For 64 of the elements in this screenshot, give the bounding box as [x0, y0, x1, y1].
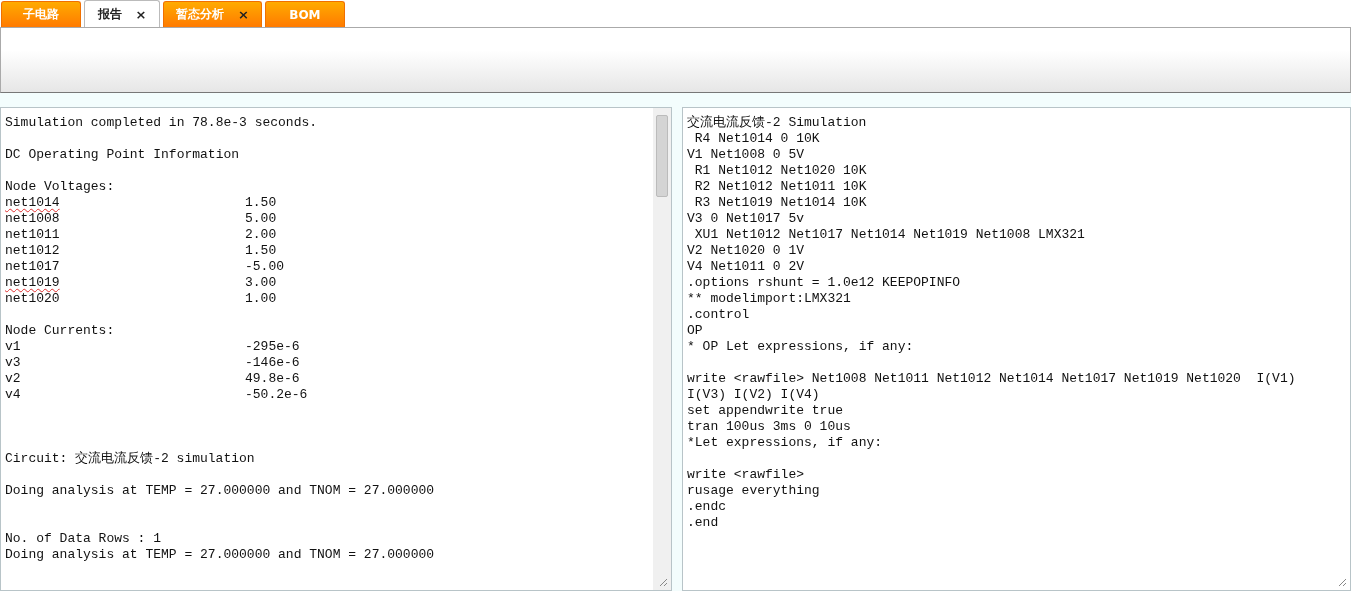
report-line: No. of Data Rows : 1 — [5, 531, 162, 546]
node-name: net1020 — [5, 291, 61, 307]
node-name: v1 — [5, 339, 22, 355]
netlist-line: R4 Net1014 0 10K — [693, 131, 820, 146]
netlist-line: rusage everything — [687, 483, 820, 498]
netlist-line: V1 Net1008 0 5V — [687, 147, 805, 162]
resize-grip-icon[interactable] — [658, 577, 668, 587]
node-value: 2.00 — [245, 227, 277, 243]
node-value: 1.50 — [245, 195, 277, 211]
netlist-line: R2 Net1012 Net1011 10K — [693, 179, 867, 194]
resize-grip-icon[interactable] — [1337, 577, 1347, 587]
netlist-line: ** modelimport:LMX321 — [687, 291, 851, 306]
report-line: Node Currents: — [5, 323, 115, 338]
node-value: -50.2e-6 — [245, 387, 308, 403]
scrollbar[interactable] — [653, 108, 671, 590]
node-value: -295e-6 — [245, 339, 300, 355]
close-icon[interactable]: × — [135, 6, 147, 22]
netlist-line: *Let expressions, if any: — [687, 435, 883, 450]
node-name: net1012 — [5, 243, 61, 259]
node-name: net1011 — [5, 227, 61, 243]
node-name: net1014 — [5, 195, 61, 211]
node-value: 1.50 — [245, 243, 277, 259]
netlist-text-area[interactable] — [682, 107, 1351, 591]
netlist-line: R3 Net1019 Net1014 10K — [693, 195, 867, 210]
report-line: Doing analysis at TEMP = 27.000000 and TNOM = 27.000000 — [5, 547, 435, 562]
report-line: Simulation completed in 78.8e-3 seconds. — [5, 115, 318, 130]
netlist-line: tran 100us 3ms 0 10us — [687, 419, 851, 434]
node-name: net1008 — [5, 211, 61, 227]
netlist-line: R1 Net1012 Net1020 10K — [693, 163, 867, 178]
netlist-line: V2 Net1020 0 1V — [687, 243, 805, 258]
report-line: Doing analysis at TEMP = 27.000000 and TNOM = 27.000000 — [5, 483, 435, 498]
report-line: Node Voltages: — [5, 179, 115, 194]
netlist-line: V4 Net1011 0 2V — [687, 259, 805, 274]
netlist-line: I(V3) I(V2) I(V4) — [687, 387, 820, 402]
report-text-area[interactable] — [0, 107, 672, 591]
node-name: v4 — [5, 387, 22, 403]
node-value: 5.00 — [245, 211, 277, 227]
node-value: 1.00 — [245, 291, 277, 307]
close-icon[interactable]: × — [238, 7, 249, 22]
netlist-line: 交流电流反馈-2 Simulation — [687, 115, 867, 130]
report-line: DC Operating Point Information — [5, 147, 240, 162]
report-line: Circuit: 交流电流反馈-2 simulation — [5, 451, 255, 466]
netlist-line: write <rawfile> Net1008 Net1011 Net1012 Net1014 Net1017 Net1019 Net1020 I(V1) — [687, 371, 1296, 386]
node-name: net1019 — [5, 275, 61, 291]
netlist-line: V3 0 Net1017 5v — [687, 211, 805, 226]
node-value: -5.00 — [245, 259, 284, 275]
node-value: 49.8e-6 — [245, 371, 300, 387]
netlist-line: OP — [687, 323, 703, 338]
tab[interactable]: 暂态分析 × — [163, 1, 262, 27]
netlist-line: set appendwrite true — [687, 403, 844, 418]
node-name: v2 — [5, 371, 22, 387]
netlist-line: write <rawfile> — [687, 467, 805, 482]
scrollbar-thumb[interactable] — [656, 115, 668, 197]
tab[interactable]: 报告 × — [84, 0, 160, 27]
netlist-line: * OP Let expressions, if any: — [687, 339, 914, 354]
netlist-line: .end — [687, 515, 719, 530]
netlist-line: XU1 Net1012 Net1017 Net1014 Net1019 Net1008 LMX321 — [693, 227, 1085, 242]
netlist-line: .control — [687, 307, 750, 322]
netlist-line: .options rshunt = 1.0e12 KEEPOPINFO — [687, 275, 961, 290]
node-name: v3 — [5, 355, 22, 371]
netlist-line: .endc — [687, 499, 726, 514]
node-value: -146e-6 — [245, 355, 300, 371]
node-value: 3.00 — [245, 275, 277, 291]
node-name: net1017 — [5, 259, 61, 275]
